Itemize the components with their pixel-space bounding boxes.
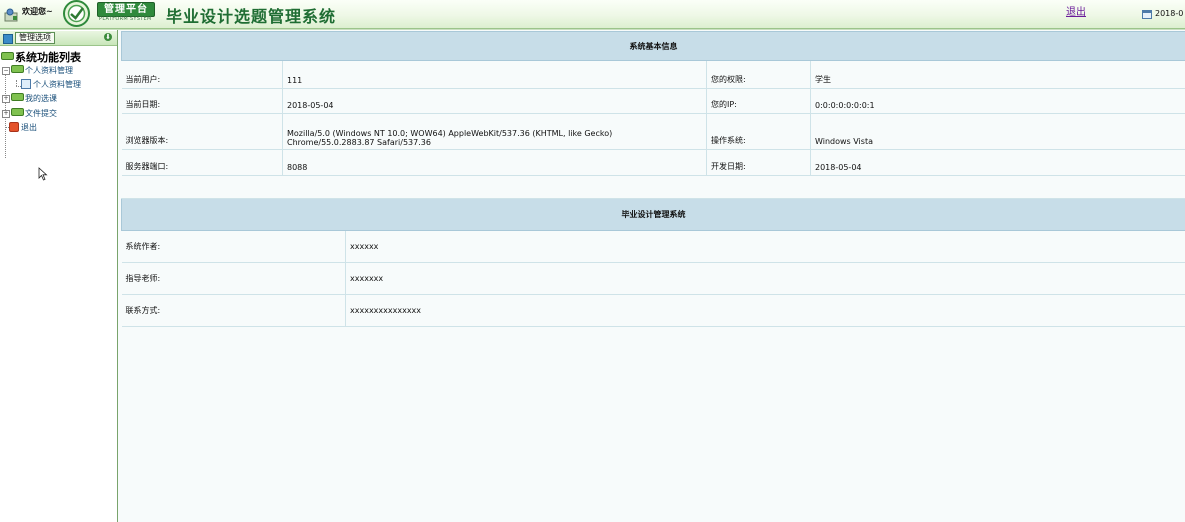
field-value: 0:0:0:0:0:0:0:1 (810, 88, 1185, 114)
field-value: Windows Vista (810, 113, 1185, 150)
field-label: 当前日期: (121, 88, 283, 114)
field-value: 111 (282, 60, 707, 89)
table-row: 当前日期: 2018-05-04 您的IP: 0:0:0:0:0:0:0:1 (121, 88, 1185, 114)
welcome-text: 欢迎您~ (22, 7, 53, 16)
field-label: 联系方式: (121, 294, 346, 327)
field-value: Mozilla/5.0 (Windows NT 10.0; WOW64) App… (282, 113, 707, 150)
system-info-header: 系统基本信息 (121, 31, 1185, 61)
folder-icon (11, 93, 24, 101)
field-label: 浏览器版本: (121, 113, 283, 150)
calendar-icon (1142, 10, 1152, 19)
field-label: 开发日期: (706, 149, 811, 176)
dev-info-header: 毕业设计管理系统 (121, 198, 1185, 231)
field-label: 操作系统: (706, 113, 811, 150)
field-label: 您的权限: (706, 60, 811, 89)
tree-root[interactable]: 系统功能列表 (1, 49, 81, 65)
expand-plus-icon[interactable]: + (2, 110, 10, 118)
field-label: 系统作者: (121, 230, 346, 263)
tree-title: 系统功能列表 (15, 51, 81, 64)
edit-icon (21, 79, 31, 89)
folder-icon (11, 108, 24, 116)
sidebar-header: 管理选项 ⬇ (0, 31, 117, 46)
field-value: xxxxxxx (345, 262, 1185, 295)
top-header: 欢迎您~ 管理平台 PLATFORM SYSTEM 毕业设计选题管理系统 退出 … (0, 0, 1185, 29)
logout-link[interactable]: 退出 (1066, 3, 1086, 18)
table-row: 服务器端口: 8088 开发日期: 2018-05-04 (121, 149, 1185, 176)
table-row: 系统作者: xxxxxx (121, 230, 1185, 263)
system-title: 毕业设计选题管理系统 (166, 7, 337, 26)
sidebar-item-profile-folder[interactable]: − 个人资料管理 (2, 65, 73, 76)
sidebar-panel-label[interactable]: 管理选项 (15, 32, 55, 44)
collapse-minus-icon[interactable]: − (2, 67, 10, 75)
field-value: 2018-05-04 (810, 149, 1185, 176)
expand-plus-icon[interactable]: + (2, 95, 10, 103)
logo-emblem-icon (63, 0, 90, 27)
sidebar-item-file-submit[interactable]: + 文件提交 (2, 108, 57, 119)
user-icon (4, 8, 18, 22)
table-row: 当前用户: 111 您的权限: 学生 (121, 60, 1185, 89)
field-label: 当前用户: (121, 60, 283, 89)
field-label: 指导老师: (121, 262, 346, 295)
sidebar-item-label: 我的选课 (25, 94, 57, 103)
field-label: 您的IP: (706, 88, 811, 114)
sidebar-item-label: 退出 (21, 123, 37, 132)
folder-open-icon (11, 65, 24, 73)
exit-icon (9, 122, 19, 132)
sidebar-item-label: 文件提交 (25, 109, 57, 118)
system-info-table: 系统基本信息 当前用户: 111 您的权限: 学生 当前日期: 2018-05-… (121, 31, 1185, 176)
collapse-arrow-icon[interactable]: ⬇ (104, 33, 112, 41)
field-value: 8088 (282, 149, 707, 176)
table-row: 浏览器版本: Mozilla/5.0 (Windows NT 10.0; WOW… (121, 113, 1185, 150)
field-value: 学生 (810, 60, 1185, 89)
section-title: 毕业设计管理系统 (121, 198, 1185, 231)
table-row: 联系方式: xxxxxxxxxxxxxxx (121, 294, 1185, 327)
dev-info-table: 毕业设计管理系统 系统作者: xxxxxx 指导老师: xxxxxxx 联系方式… (121, 198, 1185, 327)
field-value: xxxxxx (345, 230, 1185, 263)
sidebar-item-logout[interactable]: 退出 (9, 122, 37, 133)
section-title: 系统基本信息 (121, 31, 1185, 61)
field-label: 服务器端口: (121, 149, 283, 176)
header-date: 2018-0 (1155, 9, 1184, 18)
platform-subtitle: PLATFORM SYSTEM (99, 16, 152, 22)
panel-icon (3, 34, 13, 44)
main-content: 系统基本信息 当前用户: 111 您的权限: 学生 当前日期: 2018-05-… (118, 30, 1185, 522)
folder-open-icon (1, 52, 14, 60)
sidebar-item-profile[interactable]: 个人资料管理 (21, 79, 81, 90)
platform-badge: 管理平台 (97, 2, 155, 17)
table-row: 指导老师: xxxxxxx (121, 262, 1185, 295)
field-value: xxxxxxxxxxxxxxx (345, 294, 1185, 327)
sidebar-item-label: 个人资料管理 (25, 66, 73, 75)
field-value: 2018-05-04 (282, 88, 707, 114)
sidebar-item-label: 个人资料管理 (33, 80, 81, 89)
sidebar-item-courses[interactable]: + 我的选课 (2, 93, 57, 104)
sidebar: 管理选项 ⬇ 系统功能列表 − 个人资料管理 个人资料管理 + 我的选课 + 文件提交… (0, 30, 118, 522)
mouse-cursor-icon (38, 167, 48, 181)
